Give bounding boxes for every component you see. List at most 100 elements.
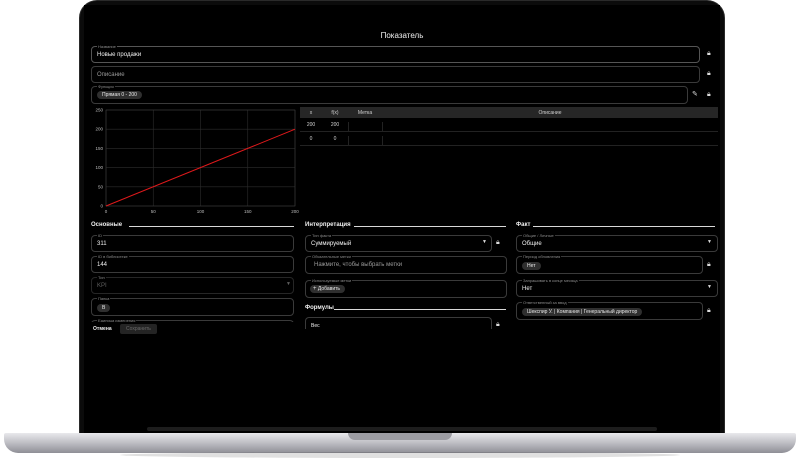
table-row[interactable]: 0 0 — [300, 132, 718, 146]
laptop-base-notch — [348, 433, 452, 440]
y-tick-label: 100 — [95, 165, 103, 170]
chevron-down-icon: ▼ — [707, 239, 712, 245]
function-field[interactable]: Функция Прямая 0 - 200 — [91, 84, 688, 104]
cell-x: 0 — [309, 136, 313, 142]
required-tags-label: Обязательные метки — [311, 254, 352, 259]
id-label: ID — [97, 233, 103, 238]
table-row[interactable]: 200 200 — [300, 118, 718, 132]
plus-icon: + — [313, 286, 317, 292]
fact-type-label: Тип факта — [311, 233, 333, 238]
section-interpretation-title: Интерпретация — [305, 222, 351, 228]
cancel-button[interactable]: Отмена — [93, 326, 112, 332]
cell-tag — [348, 122, 382, 132]
name-field[interactable]: Название Новые продажи — [91, 44, 700, 63]
month-end-request-label: Запрашивать в конце месяца — [522, 278, 579, 283]
points-table: x f(x) Метка Описание 200 200 0 0 — [300, 107, 718, 147]
lock-icon[interactable]: 🔒︎ — [707, 91, 711, 98]
y-tick-label: 250 — [95, 108, 103, 113]
required-tags-placeholder: Нажмите, чтобы выбрать метки — [314, 262, 403, 268]
update-period-chip[interactable]: Нет — [522, 262, 541, 270]
section-fact-divider — [533, 226, 715, 227]
used-tags-label: Используемые метки — [311, 278, 353, 283]
y-tick-label: 0 — [100, 204, 103, 209]
update-period-field[interactable]: Период обновления Нет — [516, 254, 703, 274]
folder-label: Папка — [97, 296, 111, 301]
cell-description — [382, 122, 718, 132]
chevron-down-icon: ▼ — [482, 239, 487, 245]
library-id-field[interactable]: ID в библиотеке 144 — [91, 254, 294, 273]
chart-grid — [105, 109, 296, 207]
y-axis-ticks: 0 50 100 150 200 250 — [95, 108, 103, 209]
lock-icon[interactable]: 🔒︎ — [496, 321, 500, 328]
month-end-request-value: Нет — [522, 286, 533, 292]
function-chip[interactable]: Прямая 0 - 200 — [97, 91, 142, 99]
library-id-value: 144 — [97, 262, 108, 268]
id-value: 311 — [97, 241, 107, 247]
fact-type-field[interactable]: Тип факта Суммируемый ▼ — [305, 233, 492, 252]
x-tick-label: 50 — [151, 209, 157, 214]
section-fact-title: Факт — [516, 222, 531, 228]
folder-chip[interactable]: B — [97, 304, 111, 312]
type-field[interactable]: Тип KPI ▼ — [91, 275, 294, 294]
lock-icon[interactable]: 🔒︎ — [707, 50, 711, 57]
id-field[interactable]: ID 311 — [91, 233, 294, 252]
chevron-down-icon: ▼ — [707, 284, 712, 290]
x-axis-ticks: 0 50 100 150 200 — [105, 209, 299, 214]
app-screen: Показатель Название Новые продажи 🔒︎ Опи… — [84, 5, 720, 433]
cell-fx: 0 — [333, 136, 337, 142]
scope-field[interactable]: Общие / Личные Общие ▼ — [516, 233, 718, 252]
formula-field[interactable]: Вес — [305, 317, 492, 329]
responsible-label: Ответственный за ввод — [522, 300, 568, 305]
header-description: Описание — [538, 110, 562, 116]
library-id-label: ID в библиотеке — [97, 254, 129, 259]
y-tick-label: 150 — [95, 146, 103, 151]
laptop-shadow — [120, 452, 680, 458]
scope-label: Общие / Личные — [522, 233, 555, 238]
footer-bar — [84, 322, 302, 336]
formula-value: Вес — [311, 323, 320, 329]
section-formulas-divider — [334, 309, 506, 310]
add-tag-label: Добавить — [317, 286, 341, 292]
lock-icon[interactable]: 🔒︎ — [707, 261, 711, 268]
used-tags-field[interactable]: Используемые метки + Добавить — [305, 278, 507, 298]
edit-pencil-icon[interactable]: ✎ — [692, 91, 698, 98]
responsible-field[interactable]: Ответственный за ввод Шекспир У. | Компа… — [516, 300, 703, 320]
y-tick-label: 200 — [95, 127, 103, 132]
folder-field[interactable]: Папка B — [91, 296, 294, 316]
lock-icon[interactable]: 🔒︎ — [707, 307, 711, 314]
function-label: Функция — [97, 84, 115, 89]
name-value: Новые продажи — [97, 52, 142, 58]
x-tick-label: 200 — [291, 209, 299, 214]
month-end-request-field[interactable]: Запрашивать в конце месяца Нет ▼ — [516, 278, 718, 297]
save-button[interactable]: Сохранить — [120, 324, 157, 334]
fact-type-value: Суммируемый — [311, 241, 352, 247]
page-title: Показатель — [380, 31, 424, 40]
description-placeholder: Описание — [97, 72, 125, 78]
horizontal-scrollbar[interactable] — [147, 427, 657, 431]
x-tick-label: 100 — [197, 209, 205, 214]
section-basic-divider — [129, 226, 294, 227]
table-header: x f(x) Метка Описание — [300, 107, 718, 118]
lock-icon[interactable]: 🔒︎ — [707, 70, 711, 77]
name-label: Название — [97, 44, 117, 49]
cell-x: 200 — [306, 122, 316, 128]
lock-icon[interactable]: 🔒︎ — [496, 239, 500, 246]
cell-fx: 200 — [330, 122, 340, 128]
header-tag: Метка — [357, 110, 373, 116]
x-tick-label: 150 — [244, 209, 252, 214]
section-basic-title: Основные — [91, 222, 123, 228]
scope-value: Общие — [522, 241, 542, 247]
header-fx: f(x) — [331, 110, 339, 116]
add-tag-button[interactable]: + Добавить — [310, 285, 346, 293]
type-label: Тип — [97, 275, 106, 280]
y-tick-label: 50 — [98, 184, 104, 189]
header-x: x — [309, 110, 313, 116]
responsible-chip[interactable]: Шекспир У. | Компания | Генеральный дире… — [522, 308, 643, 316]
function-chart: 0 50 100 150 200 0 50 100 150 200 250 — [95, 108, 299, 215]
section-formulas-title: Формулы — [305, 305, 334, 311]
description-field[interactable]: Описание — [91, 66, 700, 83]
cell-description — [382, 136, 718, 146]
required-tags-field[interactable]: Обязательные метки Нажмите, чтобы выбрат… — [305, 254, 507, 274]
section-interpretation-divider — [354, 226, 506, 227]
type-value: KPI — [97, 283, 107, 289]
